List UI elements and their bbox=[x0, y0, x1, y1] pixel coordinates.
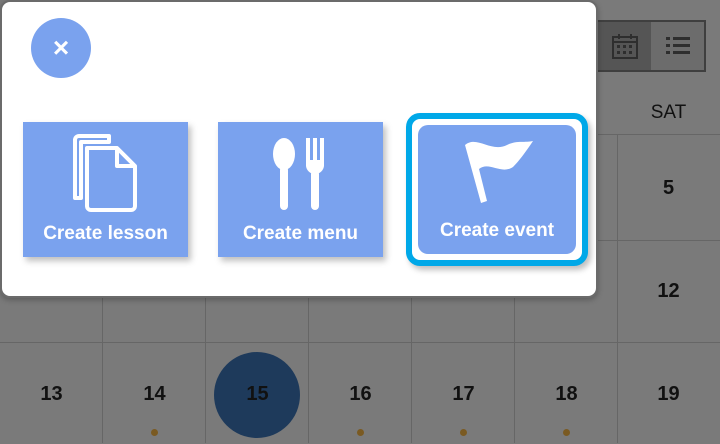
calendar-day[interactable]: 14 bbox=[103, 344, 206, 444]
event-indicator-dot bbox=[460, 429, 467, 436]
day-number: 16 bbox=[349, 382, 372, 405]
calendar-view-button[interactable] bbox=[598, 22, 651, 70]
day-number: 17 bbox=[452, 382, 475, 405]
close-icon: × bbox=[52, 32, 70, 63]
calendar-day-today[interactable]: 15 bbox=[206, 344, 309, 444]
calendar-day[interactable]: 5 bbox=[617, 138, 720, 238]
calendar-day[interactable]: 18 bbox=[515, 344, 618, 444]
create-lesson-button[interactable]: Create lesson bbox=[23, 122, 188, 257]
tile-label: Create event bbox=[439, 220, 555, 241]
flag-icon bbox=[465, 141, 533, 203]
list-view-button[interactable] bbox=[651, 22, 704, 70]
day-number: 15 bbox=[246, 382, 269, 405]
grid-line bbox=[0, 342, 720, 343]
day-number: 19 bbox=[657, 382, 680, 405]
day-number: 5 bbox=[662, 176, 675, 199]
event-indicator-dot bbox=[357, 429, 364, 436]
create-dialog: × Create lesson Create menu Create event bbox=[0, 0, 598, 298]
calendar-icon bbox=[611, 34, 638, 59]
day-number: 14 bbox=[143, 382, 166, 405]
close-button[interactable]: × bbox=[31, 18, 91, 78]
document-icon bbox=[72, 134, 137, 212]
calendar-day[interactable]: 13 bbox=[0, 344, 103, 444]
calendar-day[interactable]: 16 bbox=[309, 344, 412, 444]
cutlery-icon bbox=[272, 138, 324, 210]
create-menu-button[interactable]: Create menu bbox=[218, 122, 383, 257]
tile-label: Create menu bbox=[242, 223, 359, 244]
calendar-day[interactable]: 17 bbox=[412, 344, 515, 444]
day-number: 13 bbox=[40, 382, 63, 405]
day-number: 12 bbox=[657, 279, 680, 302]
view-toggle bbox=[596, 20, 706, 72]
event-indicator-dot bbox=[563, 429, 570, 436]
event-indicator-dot bbox=[151, 429, 158, 436]
calendar-day[interactable]: 19 bbox=[617, 344, 720, 444]
calendar-day[interactable]: 12 bbox=[617, 241, 720, 341]
create-event-button[interactable]: Create event bbox=[418, 125, 576, 254]
weekday-header-sat: SAT bbox=[650, 102, 687, 123]
day-number: 18 bbox=[555, 382, 578, 405]
create-event-selection-frame: Create event bbox=[406, 113, 588, 266]
list-icon bbox=[665, 37, 690, 54]
tile-label: Create lesson bbox=[43, 223, 168, 244]
